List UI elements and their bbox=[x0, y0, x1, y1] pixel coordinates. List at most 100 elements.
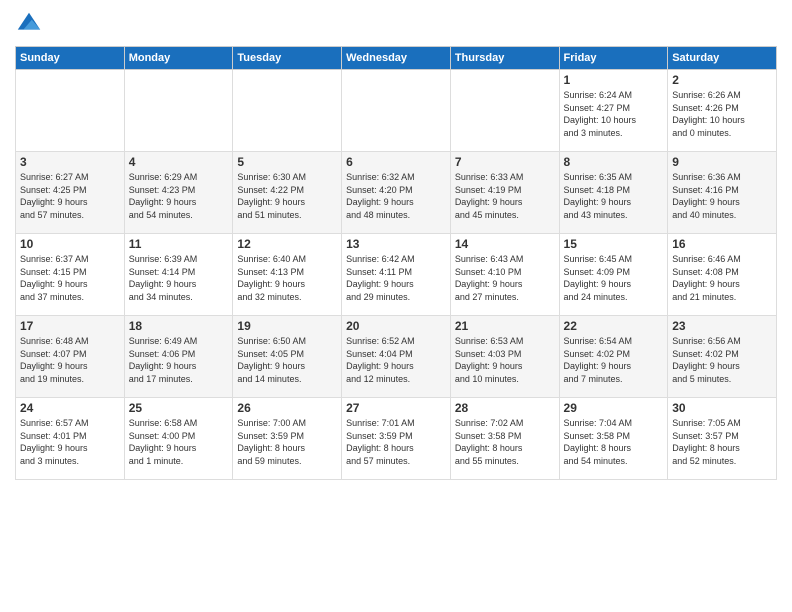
calendar-cell: 6 Sunrise: 6:32 AM Sunset: 4:20 PM Daylig… bbox=[342, 152, 451, 234]
calendar-cell: 11 Sunrise: 6:39 AM Sunset: 4:14 PM Dayli… bbox=[124, 234, 233, 316]
calendar-cell: 22 Sunrise: 6:54 AM Sunset: 4:02 PM Dayli… bbox=[559, 316, 668, 398]
page: SundayMondayTuesdayWednesdayThursdayFrid… bbox=[0, 0, 792, 612]
day-info: Sunrise: 6:48 AM Sunset: 4:07 PM Dayligh… bbox=[20, 335, 120, 385]
calendar-cell: 20 Sunrise: 6:52 AM Sunset: 4:04 PM Dayli… bbox=[342, 316, 451, 398]
day-info: Sunrise: 6:46 AM Sunset: 4:08 PM Dayligh… bbox=[672, 253, 772, 303]
day-info: Sunrise: 7:02 AM Sunset: 3:58 PM Dayligh… bbox=[455, 417, 555, 467]
day-number: 17 bbox=[20, 319, 120, 333]
day-number: 29 bbox=[564, 401, 664, 415]
calendar-cell: 3 Sunrise: 6:27 AM Sunset: 4:25 PM Daylig… bbox=[16, 152, 125, 234]
day-number: 25 bbox=[129, 401, 229, 415]
day-number: 3 bbox=[20, 155, 120, 169]
weekday-header-sunday: Sunday bbox=[16, 47, 125, 70]
day-info: Sunrise: 6:30 AM Sunset: 4:22 PM Dayligh… bbox=[237, 171, 337, 221]
day-number: 5 bbox=[237, 155, 337, 169]
day-info: Sunrise: 7:05 AM Sunset: 3:57 PM Dayligh… bbox=[672, 417, 772, 467]
day-info: Sunrise: 6:49 AM Sunset: 4:06 PM Dayligh… bbox=[129, 335, 229, 385]
day-number: 8 bbox=[564, 155, 664, 169]
day-number: 21 bbox=[455, 319, 555, 333]
day-number: 9 bbox=[672, 155, 772, 169]
calendar-cell: 23 Sunrise: 6:56 AM Sunset: 4:02 PM Dayli… bbox=[668, 316, 777, 398]
day-number: 15 bbox=[564, 237, 664, 251]
day-info: Sunrise: 6:24 AM Sunset: 4:27 PM Dayligh… bbox=[564, 89, 664, 139]
day-info: Sunrise: 6:36 AM Sunset: 4:16 PM Dayligh… bbox=[672, 171, 772, 221]
weekday-header-row: SundayMondayTuesdayWednesdayThursdayFrid… bbox=[16, 47, 777, 70]
day-number: 4 bbox=[129, 155, 229, 169]
day-number: 30 bbox=[672, 401, 772, 415]
day-info: Sunrise: 7:04 AM Sunset: 3:58 PM Dayligh… bbox=[564, 417, 664, 467]
day-info: Sunrise: 6:45 AM Sunset: 4:09 PM Dayligh… bbox=[564, 253, 664, 303]
day-info: Sunrise: 6:53 AM Sunset: 4:03 PM Dayligh… bbox=[455, 335, 555, 385]
calendar-cell bbox=[233, 70, 342, 152]
calendar-cell: 25 Sunrise: 6:58 AM Sunset: 4:00 PM Dayli… bbox=[124, 398, 233, 480]
calendar-week-4: 24 Sunrise: 6:57 AM Sunset: 4:01 PM Dayli… bbox=[16, 398, 777, 480]
calendar-cell: 8 Sunrise: 6:35 AM Sunset: 4:18 PM Daylig… bbox=[559, 152, 668, 234]
day-number: 1 bbox=[564, 73, 664, 87]
day-number: 16 bbox=[672, 237, 772, 251]
day-number: 27 bbox=[346, 401, 446, 415]
day-info: Sunrise: 6:42 AM Sunset: 4:11 PM Dayligh… bbox=[346, 253, 446, 303]
calendar-cell bbox=[16, 70, 125, 152]
day-number: 14 bbox=[455, 237, 555, 251]
day-info: Sunrise: 6:57 AM Sunset: 4:01 PM Dayligh… bbox=[20, 417, 120, 467]
day-info: Sunrise: 6:35 AM Sunset: 4:18 PM Dayligh… bbox=[564, 171, 664, 221]
calendar-week-1: 3 Sunrise: 6:27 AM Sunset: 4:25 PM Daylig… bbox=[16, 152, 777, 234]
calendar-cell: 1 Sunrise: 6:24 AM Sunset: 4:27 PM Daylig… bbox=[559, 70, 668, 152]
day-number: 2 bbox=[672, 73, 772, 87]
day-number: 24 bbox=[20, 401, 120, 415]
day-number: 10 bbox=[20, 237, 120, 251]
calendar-cell: 28 Sunrise: 7:02 AM Sunset: 3:58 PM Dayli… bbox=[450, 398, 559, 480]
day-info: Sunrise: 6:50 AM Sunset: 4:05 PM Dayligh… bbox=[237, 335, 337, 385]
calendar-cell bbox=[124, 70, 233, 152]
day-number: 19 bbox=[237, 319, 337, 333]
calendar-week-0: 1 Sunrise: 6:24 AM Sunset: 4:27 PM Daylig… bbox=[16, 70, 777, 152]
day-number: 18 bbox=[129, 319, 229, 333]
calendar-table: SundayMondayTuesdayWednesdayThursdayFrid… bbox=[15, 46, 777, 480]
day-info: Sunrise: 6:58 AM Sunset: 4:00 PM Dayligh… bbox=[129, 417, 229, 467]
day-number: 7 bbox=[455, 155, 555, 169]
day-number: 11 bbox=[129, 237, 229, 251]
day-number: 23 bbox=[672, 319, 772, 333]
calendar-cell bbox=[342, 70, 451, 152]
header bbox=[15, 10, 777, 38]
day-info: Sunrise: 6:43 AM Sunset: 4:10 PM Dayligh… bbox=[455, 253, 555, 303]
calendar-cell: 12Sunrise: 6:40 AM Sunset: 4:13 PM Dayli… bbox=[233, 234, 342, 316]
weekday-header-friday: Friday bbox=[559, 47, 668, 70]
day-number: 22 bbox=[564, 319, 664, 333]
day-number: 13 bbox=[346, 237, 446, 251]
day-number: 6 bbox=[346, 155, 446, 169]
day-info: Sunrise: 6:37 AM Sunset: 4:15 PM Dayligh… bbox=[20, 253, 120, 303]
day-info: Sunrise: 6:26 AM Sunset: 4:26 PM Dayligh… bbox=[672, 89, 772, 139]
calendar-cell: 21 Sunrise: 6:53 AM Sunset: 4:03 PM Dayli… bbox=[450, 316, 559, 398]
calendar-cell: 30 Sunrise: 7:05 AM Sunset: 3:57 PM Dayli… bbox=[668, 398, 777, 480]
day-info: Sunrise: 7:00 AM Sunset: 3:59 PM Dayligh… bbox=[237, 417, 337, 467]
calendar-week-2: 10 Sunrise: 6:37 AM Sunset: 4:15 PM Dayli… bbox=[16, 234, 777, 316]
calendar-cell: 24 Sunrise: 6:57 AM Sunset: 4:01 PM Dayli… bbox=[16, 398, 125, 480]
day-info: Sunrise: 6:39 AM Sunset: 4:14 PM Dayligh… bbox=[129, 253, 229, 303]
calendar-cell: 29 Sunrise: 7:04 AM Sunset: 3:58 PM Dayli… bbox=[559, 398, 668, 480]
calendar-cell: 18 Sunrise: 6:49 AM Sunset: 4:06 PM Dayli… bbox=[124, 316, 233, 398]
calendar-cell: 27 Sunrise: 7:01 AM Sunset: 3:59 PM Dayli… bbox=[342, 398, 451, 480]
day-info: Sunrise: 6:56 AM Sunset: 4:02 PM Dayligh… bbox=[672, 335, 772, 385]
logo bbox=[15, 10, 47, 38]
day-info: Sunrise: 7:01 AM Sunset: 3:59 PM Dayligh… bbox=[346, 417, 446, 467]
day-info: Sunrise: 6:54 AM Sunset: 4:02 PM Dayligh… bbox=[564, 335, 664, 385]
day-number: 28 bbox=[455, 401, 555, 415]
day-number: 20 bbox=[346, 319, 446, 333]
calendar-cell: 14 Sunrise: 6:43 AM Sunset: 4:10 PM Dayli… bbox=[450, 234, 559, 316]
weekday-header-tuesday: Tuesday bbox=[233, 47, 342, 70]
day-number: 26 bbox=[237, 401, 337, 415]
weekday-header-wednesday: Wednesday bbox=[342, 47, 451, 70]
calendar-cell: 5 Sunrise: 6:30 AM Sunset: 4:22 PM Daylig… bbox=[233, 152, 342, 234]
day-info: Sunrise: 6:52 AM Sunset: 4:04 PM Dayligh… bbox=[346, 335, 446, 385]
day-info: Sunrise: 6:27 AM Sunset: 4:25 PM Dayligh… bbox=[20, 171, 120, 221]
weekday-header-thursday: Thursday bbox=[450, 47, 559, 70]
logo-icon bbox=[15, 10, 43, 38]
day-info: Sunrise: 6:32 AM Sunset: 4:20 PM Dayligh… bbox=[346, 171, 446, 221]
calendar-cell: 2 Sunrise: 6:26 AM Sunset: 4:26 PM Daylig… bbox=[668, 70, 777, 152]
day-info: Sunrise: 6:33 AM Sunset: 4:19 PM Dayligh… bbox=[455, 171, 555, 221]
day-info: Sunrise: 6:29 AM Sunset: 4:23 PM Dayligh… bbox=[129, 171, 229, 221]
day-info: Sunrise: 6:40 AM Sunset: 4:13 PM Dayligh… bbox=[237, 253, 337, 303]
calendar-cell bbox=[450, 70, 559, 152]
calendar-cell: 13 Sunrise: 6:42 AM Sunset: 4:11 PM Dayli… bbox=[342, 234, 451, 316]
